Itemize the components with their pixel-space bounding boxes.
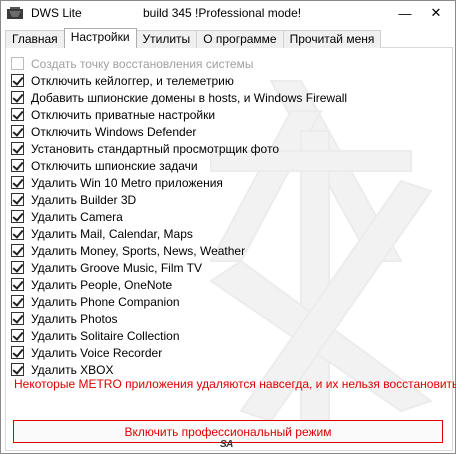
option-label: Отключить кейлоггер, и телеметрию <box>31 73 234 88</box>
option-label: Удалить Builder 3D <box>31 192 137 207</box>
option-builder-3d[interactable]: Удалить Builder 3D <box>11 191 347 208</box>
option-photos[interactable]: Удалить Photos <box>11 310 347 327</box>
close-button[interactable]: ✕ <box>424 3 448 23</box>
checkbox-disable-keylogger[interactable] <box>11 74 24 87</box>
option-metro-apps[interactable]: Удалить Win 10 Metro приложения <box>11 174 347 191</box>
option-label: Добавить шпионские домены в hosts, и Win… <box>31 90 348 105</box>
checkbox-spy-tasks[interactable] <box>11 159 24 172</box>
minimize-button[interactable]: — <box>393 3 417 23</box>
option-phone-companion[interactable]: Удалить Phone Companion <box>11 293 347 310</box>
checkbox-builder-3d[interactable] <box>11 193 24 206</box>
option-label: Удалить Win 10 Metro приложения <box>31 175 223 190</box>
checkbox-restore-point[interactable] <box>11 57 24 70</box>
option-label: Удалить Mail, Calendar, Maps <box>31 226 193 241</box>
option-label: Удалить Money, Sports, News, Weather <box>31 243 246 258</box>
tab-main[interactable]: Главная <box>5 30 65 48</box>
option-label: Удалить Camera <box>31 209 123 224</box>
option-label: Установить стандартный просмотрщик фото <box>31 141 280 156</box>
option-voice-recorder[interactable]: Удалить Voice Recorder <box>11 344 347 361</box>
checkbox-windows-defender[interactable] <box>11 125 24 138</box>
option-restore-point[interactable]: Создать точку восстановления системы <box>11 55 347 72</box>
option-label: Удалить Photos <box>31 311 118 326</box>
checkbox-solitaire[interactable] <box>11 329 24 342</box>
option-label: Удалить Phone Companion <box>31 294 180 309</box>
tab-strip: Главная Настройки Утилиты О программе Пр… <box>5 28 382 48</box>
option-camera[interactable]: Удалить Camera <box>11 208 347 225</box>
option-label: Отключить приватные настройки <box>31 107 216 122</box>
title-bar[interactable]: DWS Lite build 345 !Professional mode! —… <box>1 1 455 27</box>
options-list: Создать точку восстановления системы Отк… <box>11 55 347 378</box>
option-label: Удалить People, OneNote <box>31 277 173 292</box>
checkbox-camera[interactable] <box>11 210 24 223</box>
option-mail-calendar-maps[interactable]: Удалить Mail, Calendar, Maps <box>11 225 347 242</box>
option-label: Отключить шпионские задачи <box>31 158 198 173</box>
option-disable-keylogger[interactable]: Отключить кейлоггер, и телеметрию <box>11 72 347 89</box>
checkbox-people-onenote[interactable] <box>11 278 24 291</box>
metro-warning-text: Некоторые METRO приложения удаляются нав… <box>14 377 456 391</box>
checkbox-xbox[interactable] <box>11 363 24 376</box>
option-solitaire[interactable]: Удалить Solitaire Collection <box>11 327 347 344</box>
tab-settings[interactable]: Настройки <box>63 28 137 48</box>
option-xbox[interactable]: Удалить XBOX <box>11 361 347 378</box>
author-signature: SA <box>220 439 233 450</box>
option-spy-tasks[interactable]: Отключить шпионские задачи <box>11 157 347 174</box>
app-window: DWS Lite build 345 !Professional mode! —… <box>0 0 456 454</box>
option-groove-music[interactable]: Удалить Groove Music, Film TV <box>11 259 347 276</box>
checkbox-spy-domains[interactable] <box>11 91 24 104</box>
checkbox-photos[interactable] <box>11 312 24 325</box>
checkbox-mail-calendar-maps[interactable] <box>11 227 24 240</box>
option-private-settings[interactable]: Отключить приватные настройки <box>11 106 347 123</box>
checkbox-private-settings[interactable] <box>11 108 24 121</box>
checkbox-phone-companion[interactable] <box>11 295 24 308</box>
option-label: Удалить Groove Music, Film TV <box>31 260 202 275</box>
checkbox-photo-viewer[interactable] <box>11 142 24 155</box>
option-label: Удалить Solitaire Collection <box>31 328 180 343</box>
tab-utilities[interactable]: Утилиты <box>135 30 198 48</box>
option-money-sports-news[interactable]: Удалить Money, Sports, News, Weather <box>11 242 347 259</box>
option-people-onenote[interactable]: Удалить People, OneNote <box>11 276 347 293</box>
option-label: Удалить Voice Recorder <box>31 345 163 360</box>
app-title: DWS Lite <box>31 6 82 20</box>
option-photo-viewer[interactable]: Установить стандартный просмотрщик фото <box>11 140 347 157</box>
option-label: Удалить XBOX <box>31 362 114 377</box>
checkbox-money-sports-news[interactable] <box>11 244 24 257</box>
option-windows-defender[interactable]: Отключить Windows Defender <box>11 123 347 140</box>
app-icon <box>7 7 23 19</box>
checkbox-metro-apps[interactable] <box>11 176 24 189</box>
option-label: Создать точку восстановления системы <box>31 56 254 71</box>
checkbox-groove-music[interactable] <box>11 261 24 274</box>
close-icon: ✕ <box>430 5 442 20</box>
build-title: build 345 !Professional mode! <box>143 6 302 20</box>
tab-readme[interactable]: Прочитай меня <box>282 30 382 48</box>
option-spy-domains[interactable]: Добавить шпионские домены в hosts, и Win… <box>11 89 347 106</box>
minimize-icon: — <box>398 5 412 21</box>
option-label: Отключить Windows Defender <box>31 124 197 139</box>
tab-about[interactable]: О программе <box>196 30 284 48</box>
checkbox-voice-recorder[interactable] <box>11 346 24 359</box>
